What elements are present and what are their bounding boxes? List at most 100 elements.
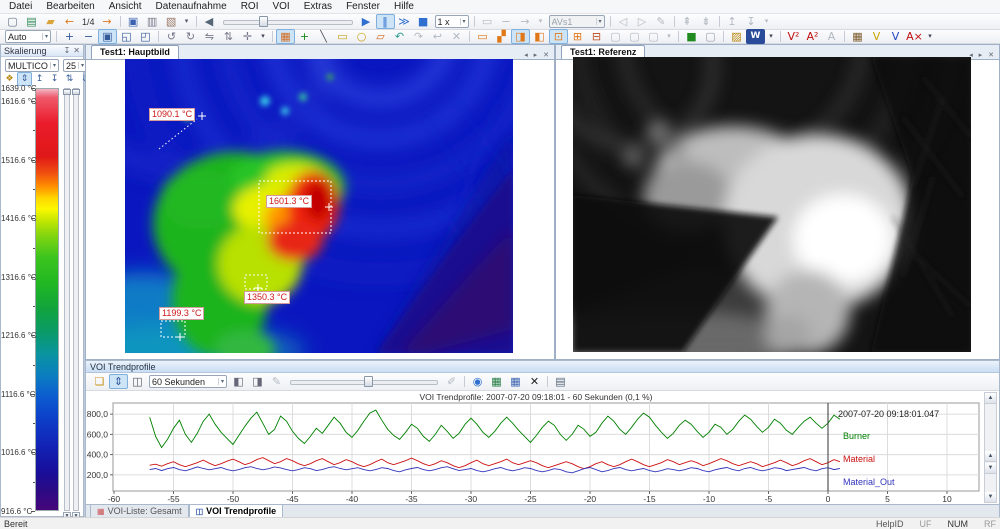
close-icon[interactable]: ✕: [73, 46, 80, 56]
voi-a2-button[interactable]: A²: [803, 29, 822, 44]
fast-forward-button[interactable]: ≫: [395, 14, 414, 29]
scroll-down-icon[interactable]: ▼: [985, 492, 996, 502]
delete-roi-button[interactable]: ✕: [447, 29, 466, 44]
playback-position-slider[interactable]: [223, 15, 353, 28]
undo-roi-button[interactable]: ↶: [390, 29, 409, 44]
scroll-page-up-icon[interactable]: ▲: [985, 451, 996, 462]
temperature-color-scale[interactable]: [35, 88, 59, 511]
pan-button[interactable]: ✛: [238, 29, 257, 44]
first-frame-button[interactable]: ↥: [723, 14, 742, 29]
show-table-button[interactable]: ▦: [506, 374, 525, 389]
voi-lock-button[interactable]: ▢: [644, 29, 663, 44]
menu-fenster[interactable]: Fenster: [339, 0, 387, 13]
voi-paste-button[interactable]: ⊞: [568, 29, 587, 44]
page-down-button[interactable]: ⇟: [697, 14, 716, 29]
voi-a-button[interactable]: A: [822, 29, 841, 44]
redo-roi-button[interactable]: ↷: [409, 29, 428, 44]
scale-max-slider[interactable]: [64, 88, 70, 511]
actual-size-button[interactable]: ◱: [117, 29, 136, 44]
audio-button[interactable]: ◀: [200, 14, 219, 29]
profile-b-button[interactable]: ◨: [248, 374, 267, 389]
menu-voi[interactable]: VOI: [265, 0, 296, 13]
tools-dropdown[interactable]: ▾: [765, 29, 777, 44]
record-button[interactable]: ▭: [478, 14, 497, 29]
menu-extras[interactable]: Extras: [297, 0, 339, 13]
grid-off-button[interactable]: ▢: [701, 29, 720, 44]
open-folder-button[interactable]: ▰: [41, 14, 60, 29]
fit-window-button[interactable]: ▣: [98, 29, 117, 44]
voi-rect-button[interactable]: ▭: [473, 29, 492, 44]
remove-sequence-button[interactable]: −: [497, 14, 516, 29]
roi-point-button[interactable]: +: [295, 29, 314, 44]
voi-table-button[interactable]: ▦: [848, 29, 867, 44]
roi-rect-button[interactable]: ▭: [333, 29, 352, 44]
flip-vertical-button[interactable]: ⇅: [219, 29, 238, 44]
palette-button[interactable]: ▨: [727, 29, 746, 44]
trend-time-slider-thumb[interactable]: [364, 376, 373, 387]
next-image-button[interactable]: →: [98, 14, 117, 29]
spot-label-2[interactable]: 1601.3 °C: [266, 195, 312, 208]
interval-combo[interactable]: 60 Sekunden▾: [149, 375, 227, 388]
scale-min-button[interactable]: ↧: [47, 72, 62, 86]
voi-ax-button[interactable]: A×: [905, 29, 924, 44]
grid-on-button[interactable]: ■: [682, 29, 701, 44]
new-document-button[interactable]: ▢: [3, 14, 22, 29]
menu-datenaufnahme[interactable]: Datenaufnahme: [149, 0, 234, 13]
annotate-button[interactable]: ✎: [652, 14, 671, 29]
scale-max-slider-thumb[interactable]: [63, 89, 71, 95]
page-up-button[interactable]: ⇞: [678, 14, 697, 29]
play-button[interactable]: ▶: [357, 14, 376, 29]
reference-image[interactable]: [573, 57, 971, 352]
goto-frame-button[interactable]: →: [516, 14, 535, 29]
tab-nav-buttons[interactable]: ◂ ▸ ✕: [524, 51, 554, 59]
voi-edit-button[interactable]: ◨: [511, 29, 530, 44]
avs-combo[interactable]: AVs1▾: [549, 15, 605, 28]
flip-horizontal-button[interactable]: ⇋: [200, 29, 219, 44]
roi-grid-button[interactable]: ▦: [276, 29, 295, 44]
menu-bearbeiten[interactable]: Bearbeiten: [39, 0, 101, 13]
voi-v3-button[interactable]: V: [867, 29, 886, 44]
trend-scrollbar[interactable]: ▲ ▲ ▼ ▼: [984, 392, 997, 503]
stop-button[interactable]: ■: [414, 14, 433, 29]
roi-line-button[interactable]: ╲: [314, 29, 333, 44]
trend-view-button[interactable]: ◉: [468, 374, 487, 389]
scale-min-slider-thumb[interactable]: [72, 89, 80, 95]
export-image-button[interactable]: ▧: [162, 14, 181, 29]
voi-more-dropdown[interactable]: ▾: [924, 29, 936, 44]
scale-auto-button[interactable]: ⇅: [62, 72, 77, 86]
export-excel-button[interactable]: ▦: [487, 374, 506, 389]
voi-group-button[interactable]: ▢: [606, 29, 625, 44]
view-dropdown[interactable]: ▾: [257, 29, 269, 44]
menu-ansicht[interactable]: Ansicht: [102, 0, 149, 13]
trend-time-slider[interactable]: [290, 375, 438, 388]
sequence-dropdown[interactable]: ▾: [535, 14, 547, 29]
copy-trend-button[interactable]: ❏: [90, 374, 109, 389]
print-button[interactable]: ▤: [551, 374, 570, 389]
scale-min-slider[interactable]: [73, 88, 79, 511]
roi-ellipse-button[interactable]: ○: [352, 29, 371, 44]
voi-link-button[interactable]: ⊟: [587, 29, 606, 44]
speed-combo[interactable]: 1 x▾: [435, 15, 469, 28]
trend-chart-svg[interactable]: -60-55-50-45-40-35-30-25-20-15-10-505101…: [86, 391, 986, 504]
zoom-in-button[interactable]: +: [60, 29, 79, 44]
spot-label-4[interactable]: 1199.3 °C: [159, 307, 204, 320]
tab-hauptbild[interactable]: Test1: Hauptbild: [91, 45, 179, 59]
prev-image-button[interactable]: ←: [60, 14, 79, 29]
pin-icon[interactable]: ↧: [64, 46, 71, 56]
next-frame-button[interactable]: ▷: [633, 14, 652, 29]
trend-autoscale-button[interactable]: ⇕: [109, 374, 128, 389]
zoom-mode-combo[interactable]: Auto▾: [5, 30, 51, 43]
last-frame-button[interactable]: ↧: [742, 14, 761, 29]
voi-move-button[interactable]: ◧: [530, 29, 549, 44]
menu-hilfe[interactable]: Hilfe: [387, 0, 421, 13]
spot-label-3[interactable]: 1350.3 °C: [244, 291, 290, 304]
rotate-right-button[interactable]: ↻: [181, 29, 200, 44]
playback-position-slider-thumb[interactable]: [259, 16, 268, 27]
voi-dropdown[interactable]: ▾: [663, 29, 675, 44]
save-options-dropdown[interactable]: ▾: [181, 14, 193, 29]
voi-copy-button[interactable]: ⊡: [549, 29, 568, 44]
trend-edit-button[interactable]: ✎: [267, 374, 286, 389]
tab-nav-buttons[interactable]: ◂ ▸ ✕: [969, 51, 999, 59]
menu-datei[interactable]: Datei: [2, 0, 39, 13]
voi-v2-button[interactable]: V²: [784, 29, 803, 44]
